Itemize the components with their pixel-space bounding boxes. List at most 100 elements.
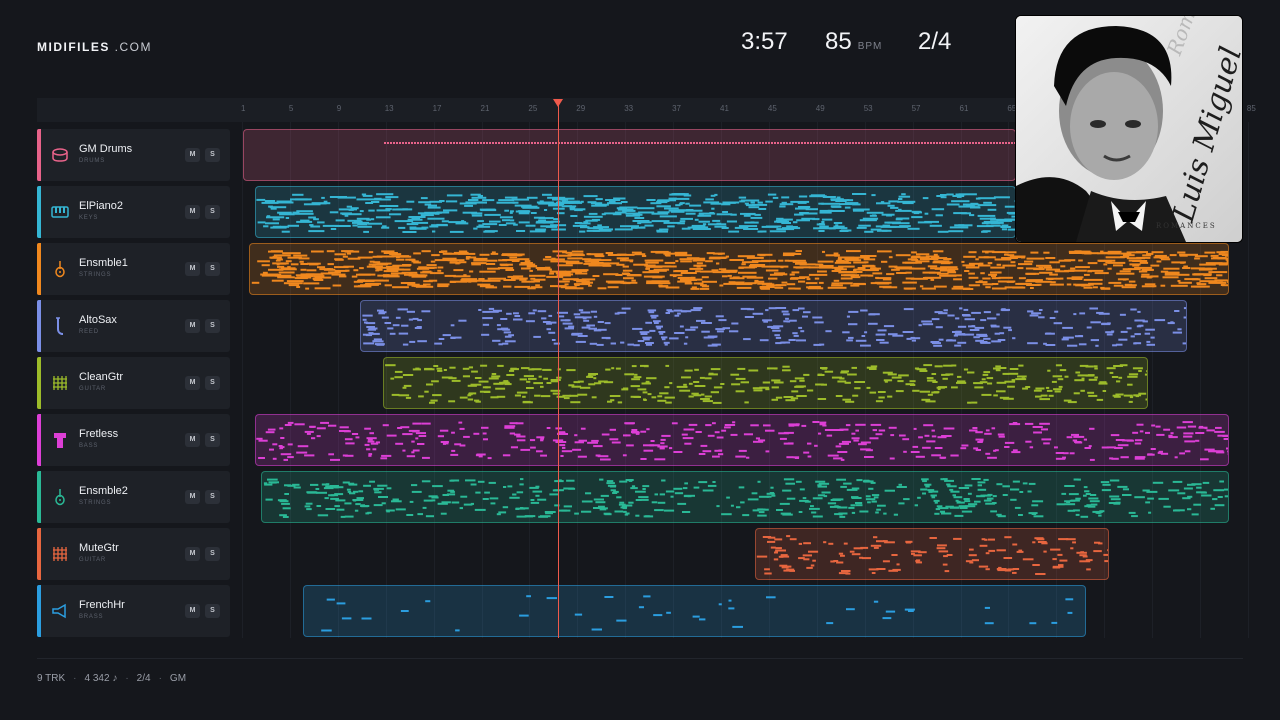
guitar-icon	[51, 374, 69, 392]
track-color-stripe	[37, 414, 41, 466]
note-count: 4 342 ♪	[84, 673, 118, 684]
ruler-tick: 53	[863, 104, 873, 113]
track-name: Ensmble2	[79, 485, 128, 497]
ruler-tick: 25	[528, 104, 538, 113]
track-name: Fretless	[79, 428, 119, 440]
playhead[interactable]	[558, 104, 559, 638]
mute-button[interactable]: M	[185, 262, 200, 276]
ruler-tick: 45	[767, 104, 777, 113]
solo-button[interactable]: S	[205, 148, 220, 162]
track-category: STRINGS	[79, 272, 112, 278]
piano-icon	[51, 203, 69, 221]
track-count: 9 TRK	[37, 673, 66, 684]
track-header[interactable]: MuteGtr GUITAR M S	[37, 528, 230, 580]
ruler-tick: 13	[384, 104, 394, 113]
track-clip[interactable]	[360, 300, 1187, 352]
track-category: REED	[79, 329, 99, 335]
track-header[interactable]: ElPiano2 KEYS M S	[37, 186, 230, 238]
track-category: DRUMS	[79, 158, 105, 164]
track-color-stripe	[37, 471, 41, 523]
solo-button[interactable]: S	[205, 205, 220, 219]
track-color-stripe	[37, 357, 41, 409]
violin-icon	[51, 260, 69, 278]
album-cover: Romance Luis Miguel ROMANCES	[1016, 16, 1242, 242]
ruler-tick: 65	[1007, 104, 1017, 113]
track-name: AltoSax	[79, 314, 117, 326]
track-clip[interactable]	[303, 585, 1086, 637]
track-category: GUITAR	[79, 557, 107, 563]
logo: MIDIFILES .COM	[37, 40, 152, 54]
track-header[interactable]: CleanGtr GUITAR M S	[37, 357, 230, 409]
violin-icon	[51, 488, 69, 506]
track-header[interactable]: GM Drums DRUMS M S	[37, 129, 230, 181]
track-color-stripe	[37, 528, 41, 580]
ruler-tick: 37	[672, 104, 681, 113]
mute-button[interactable]: M	[185, 433, 200, 447]
track-clip[interactable]	[255, 186, 1016, 238]
status-bar: 9 TRK · 4 342 ♪ · 2/4 · GM	[37, 673, 186, 684]
mute-button[interactable]: M	[185, 547, 200, 561]
track-header[interactable]: AltoSax REED M S	[37, 300, 230, 352]
solo-button[interactable]: S	[205, 433, 220, 447]
track-color-stripe	[37, 300, 41, 352]
solo-button[interactable]: S	[205, 604, 220, 618]
ruler-tick: 5	[288, 104, 294, 113]
track-name: MuteGtr	[79, 542, 119, 554]
mute-button[interactable]: M	[185, 490, 200, 504]
time-signature: 2/4	[918, 28, 952, 55]
track-header[interactable]: FrenchHr BRASS M S	[37, 585, 230, 637]
bpm-unit: BPM	[857, 41, 883, 52]
track-color-stripe	[37, 243, 41, 295]
solo-button[interactable]: S	[205, 376, 220, 390]
solo-button[interactable]: S	[205, 262, 220, 276]
bass-icon	[51, 431, 69, 449]
track-color-stripe	[37, 186, 41, 238]
separator-dot: ·	[73, 673, 77, 684]
track-color-stripe	[37, 129, 41, 181]
tempo-display: 85 BPM	[825, 28, 882, 56]
ruler-tick: 33	[624, 104, 634, 113]
track-clip[interactable]	[249, 243, 1229, 295]
track-category: BRASS	[79, 614, 104, 620]
track-header[interactable]: Fretless BASS M S	[37, 414, 230, 466]
mute-button[interactable]: M	[185, 205, 200, 219]
track-name: CleanGtr	[79, 371, 124, 383]
grid-line	[242, 122, 243, 638]
ruler-tick: 17	[432, 104, 442, 113]
mute-button[interactable]: M	[185, 376, 200, 390]
ruler-tick: 21	[480, 104, 490, 113]
logo-light: .COM	[109, 40, 153, 54]
track-header[interactable]: Ensmble1 STRINGS M S	[37, 243, 230, 295]
solo-button[interactable]: S	[205, 547, 220, 561]
logo-bold: MIDIFILES	[37, 40, 110, 54]
ruler-tick: 61	[959, 104, 969, 113]
mute-button[interactable]: M	[185, 148, 200, 162]
solo-button[interactable]: S	[205, 319, 220, 333]
track-category: STRINGS	[79, 500, 112, 506]
track-clip[interactable]	[261, 471, 1229, 523]
track-clip[interactable]	[243, 129, 1016, 181]
track-header[interactable]: Ensmble2 STRINGS M S	[37, 471, 230, 523]
track-clip[interactable]	[383, 357, 1148, 409]
track-name: GM Drums	[79, 143, 133, 155]
midi-standard: GM	[169, 673, 187, 684]
ruler-tick: 57	[911, 104, 921, 113]
track-category: KEYS	[79, 215, 99, 221]
solo-button[interactable]: S	[205, 490, 220, 504]
footer-divider	[37, 658, 1243, 659]
ruler-tick: 29	[576, 104, 586, 113]
footer-signature: 2/4	[136, 673, 151, 684]
track-clip[interactable]	[755, 528, 1109, 580]
time-display: 3:57	[741, 28, 788, 55]
ruler-tick: 9	[336, 104, 342, 113]
mute-button[interactable]: M	[185, 604, 200, 618]
mute-button[interactable]: M	[185, 319, 200, 333]
track-category: GUITAR	[79, 386, 107, 392]
ruler-tick: 1	[241, 104, 246, 113]
separator-dot: ·	[158, 673, 162, 684]
track-name: ElPiano2	[79, 200, 124, 212]
separator-dot: ·	[125, 673, 129, 684]
track-clip[interactable]	[255, 414, 1229, 466]
track-color-stripe	[37, 585, 41, 637]
ruler-tick: 49	[815, 104, 825, 113]
